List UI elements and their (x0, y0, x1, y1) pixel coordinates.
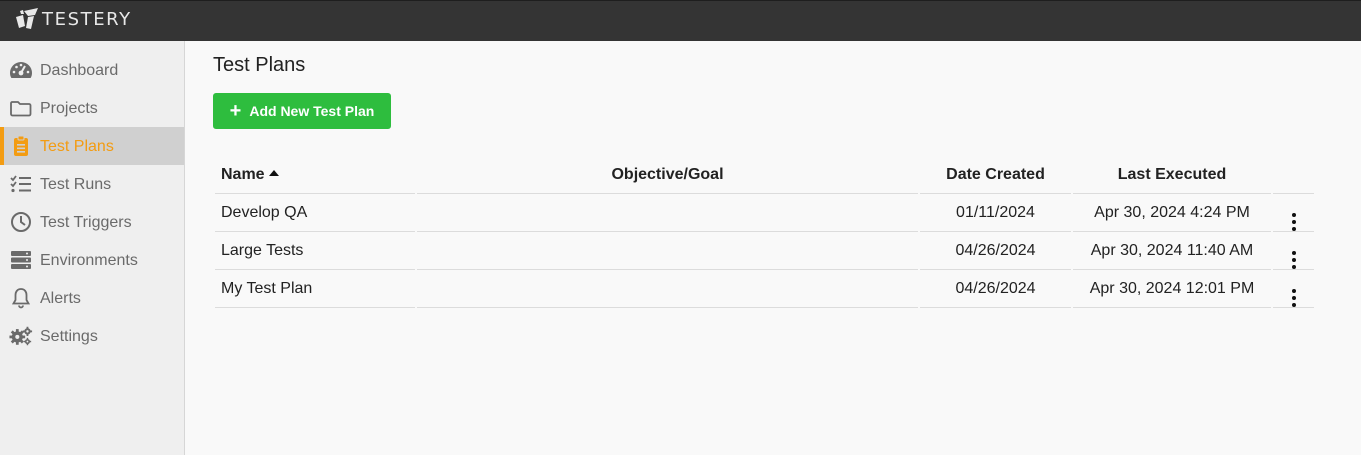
sort-ascending-icon (268, 170, 279, 176)
sidebar-item-label: Dashboard (40, 62, 119, 79)
cell-objective (417, 194, 918, 232)
sidebar-item-label: Test Triggers (40, 214, 132, 231)
bell-icon (9, 287, 33, 309)
column-header-label: Name (221, 166, 265, 183)
cell-last-executed: Apr 30, 2024 11:40 AM (1073, 232, 1271, 270)
sidebar-item-dashboard[interactable]: Dashboard (0, 51, 184, 89)
cell-objective (417, 232, 918, 270)
brand-name: TESTERY (42, 8, 132, 30)
gears-icon (9, 325, 33, 347)
cell-last-executed: Apr 30, 2024 12:01 PM (1073, 270, 1271, 308)
add-new-test-plan-button[interactable]: + Add New Test Plan (213, 93, 391, 129)
table-header-row: Name Objective/Goal Date Created Last Ex… (215, 156, 1314, 194)
table-row[interactable]: My Test Plan 04/26/2024 Apr 30, 2024 12:… (215, 270, 1314, 308)
sidebar-item-label: Test Runs (40, 176, 112, 193)
sidebar-item-test-runs[interactable]: Test Runs (0, 165, 184, 203)
sidebar-item-environments[interactable]: Environments (0, 241, 184, 279)
dashboard-gauge-icon (9, 59, 33, 81)
cell-date-created: 04/26/2024 (920, 232, 1071, 270)
sidebar: Dashboard Projects Test Plans Test Runs … (0, 41, 185, 455)
cell-last-executed: Apr 30, 2024 4:24 PM (1073, 194, 1271, 232)
add-button-label: Add New Test Plan (249, 103, 375, 119)
column-header-last-executed[interactable]: Last Executed (1073, 156, 1271, 194)
cell-name[interactable]: My Test Plan (215, 270, 415, 308)
folder-icon (9, 97, 33, 119)
clock-icon (9, 211, 33, 233)
sidebar-item-alerts[interactable]: Alerts (0, 279, 184, 317)
sidebar-item-label: Environments (40, 252, 138, 269)
sidebar-item-test-plans[interactable]: Test Plans (0, 127, 184, 165)
top-bar: TESTERY (0, 0, 1361, 41)
plus-icon: + (229, 100, 242, 122)
cell-date-created: 04/26/2024 (920, 270, 1071, 308)
row-actions-menu[interactable] (1273, 270, 1314, 308)
clipboard-icon (9, 135, 33, 157)
sidebar-item-test-triggers[interactable]: Test Triggers (0, 203, 184, 241)
table-row[interactable]: Large Tests 04/26/2024 Apr 30, 2024 11:4… (215, 232, 1314, 270)
sidebar-item-label: Settings (40, 328, 98, 345)
cell-name[interactable]: Develop QA (215, 194, 415, 232)
column-header-objective[interactable]: Objective/Goal (417, 156, 918, 194)
table-row[interactable]: Develop QA 01/11/2024 Apr 30, 2024 4:24 … (215, 194, 1314, 232)
column-header-actions (1273, 156, 1314, 194)
checklist-icon (9, 173, 33, 195)
sidebar-item-settings[interactable]: Settings (0, 317, 184, 355)
main-content: Test Plans + Add New Test Plan Name Obje… (185, 41, 1361, 455)
test-plans-table: Name Objective/Goal Date Created Last Ex… (215, 156, 1314, 308)
sidebar-item-label: Projects (40, 100, 98, 117)
sidebar-item-label: Alerts (40, 290, 81, 307)
row-actions-menu[interactable] (1273, 232, 1314, 270)
testery-logo-icon (16, 8, 38, 29)
sidebar-item-label: Test Plans (40, 138, 114, 155)
cell-date-created: 01/11/2024 (920, 194, 1071, 232)
column-header-date-created[interactable]: Date Created (920, 156, 1071, 194)
page-title: Test Plans (213, 54, 306, 76)
column-header-name[interactable]: Name (215, 156, 415, 194)
kebab-menu-icon[interactable] (1284, 279, 1304, 317)
cell-objective (417, 270, 918, 308)
testery-logo[interactable]: TESTERY (14, 6, 132, 32)
row-actions-menu[interactable] (1273, 194, 1314, 232)
cell-name[interactable]: Large Tests (215, 232, 415, 270)
sidebar-item-projects[interactable]: Projects (0, 89, 184, 127)
server-icon (9, 249, 33, 271)
